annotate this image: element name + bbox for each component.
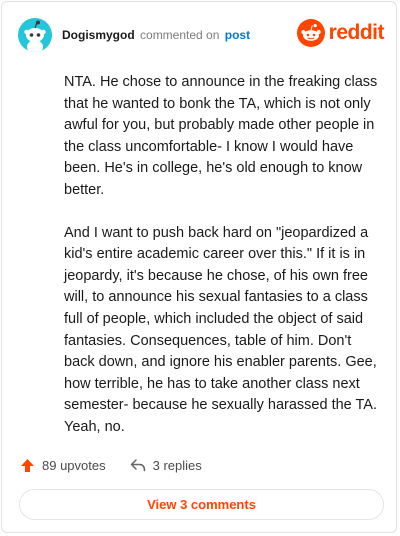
commented-on-text: commented on xyxy=(140,28,220,42)
comment-paragraph-1: NTA. He chose to announce in the freakin… xyxy=(64,74,378,198)
view-comments-button[interactable]: View 3 comments xyxy=(19,489,384,520)
user-avatar-icon[interactable] xyxy=(18,18,52,52)
upvote-count: 89 upvotes xyxy=(42,457,106,473)
reply-arrow-icon xyxy=(130,459,145,472)
comment-paragraph-2: And I want to push back hard on "jeopard… xyxy=(64,224,377,435)
comment-header: Dogismygod commented on post reddit xyxy=(18,18,385,54)
upvote-arrow-icon xyxy=(21,458,34,472)
comment-actions: 89 upvotes 3 replies xyxy=(20,453,202,477)
comment-meta: Dogismygod commented on post xyxy=(62,28,250,42)
reddit-logo-icon xyxy=(296,19,325,47)
post-link[interactable]: post xyxy=(225,28,250,42)
reddit-brand[interactable]: reddit xyxy=(296,18,385,48)
username-link[interactable]: Dogismygod xyxy=(62,28,135,42)
comment-card: Dogismygod commented on post reddit NTA.… xyxy=(1,1,397,533)
upvote-button[interactable]: 89 upvotes xyxy=(20,458,106,473)
reddit-wordmark: reddit xyxy=(328,21,385,44)
reply-count: 3 replies xyxy=(152,457,202,473)
replies-button[interactable]: 3 replies xyxy=(130,458,202,473)
comment-body: NTA. He chose to announce in the freakin… xyxy=(64,72,380,460)
